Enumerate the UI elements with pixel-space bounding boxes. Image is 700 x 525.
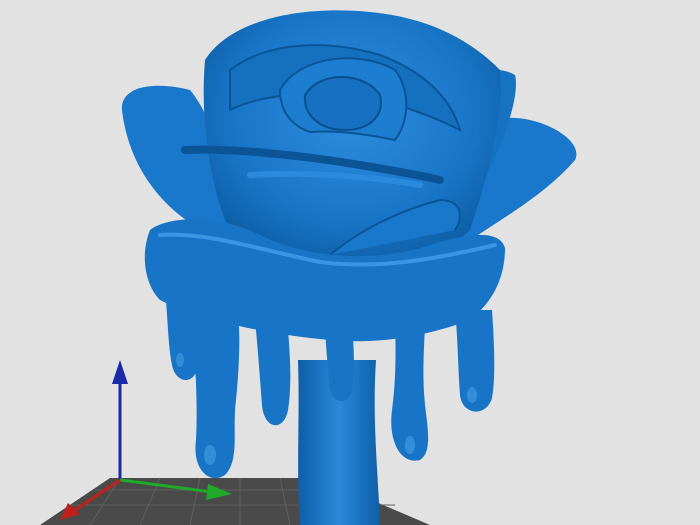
3d-viewport[interactable] <box>0 0 700 525</box>
rose-model[interactable] <box>121 10 577 525</box>
rose-center <box>303 76 382 132</box>
viewport-canvas[interactable] <box>0 0 700 525</box>
z-axis-arrow <box>112 360 128 384</box>
